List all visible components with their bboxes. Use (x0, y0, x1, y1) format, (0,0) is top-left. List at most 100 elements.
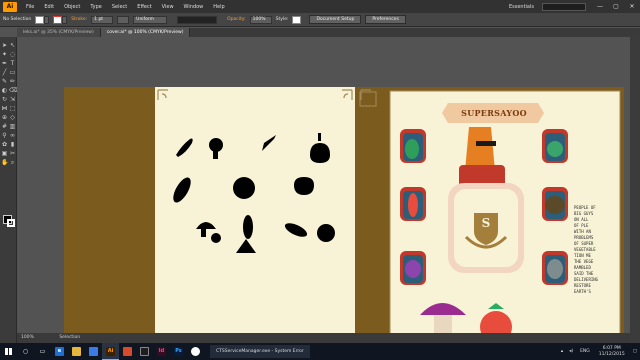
preferences-button[interactable]: Preferences (365, 15, 406, 24)
stroke-swatch[interactable] (53, 15, 63, 24)
notifications-icon[interactable]: ▢ (630, 349, 640, 354)
direct-selection-icon[interactable]: ↖ (9, 42, 16, 49)
search-input[interactable] (542, 2, 586, 11)
edge-button[interactable]: e (51, 343, 68, 360)
symbol-sprayer-icon[interactable]: ✿ (1, 141, 8, 148)
variable-width-dropdown[interactable] (117, 15, 130, 24)
artboard-icon[interactable]: ▣ (1, 150, 8, 157)
menu-effect[interactable]: Effect (132, 4, 156, 10)
maximize-button[interactable]: ▢ (608, 3, 624, 10)
media-taskbar-button[interactable] (136, 343, 153, 360)
width-tool-icon[interactable]: ⋈ (1, 105, 8, 112)
tab-cover[interactable]: cover.ai* @ 100% (CMYK/Preview) (100, 28, 191, 37)
task-view-button[interactable]: ▭ (34, 343, 51, 360)
stroke-dropdown[interactable] (62, 15, 68, 24)
type-tool-icon[interactable]: T (9, 60, 16, 67)
cover-body-text: PEOPLE OF BIG GUYS ON ALL OF PLE WITH AN… (574, 205, 599, 294)
selection-tool-icon[interactable]: ➤ (1, 42, 8, 49)
illustrator-taskbar-button[interactable]: Ai (102, 343, 119, 360)
media-icon (140, 347, 149, 356)
menu-object[interactable]: Object (59, 4, 85, 10)
error-task-button[interactable]: CTSServiceManager.exe - System Error (210, 345, 310, 358)
indesign-icon: Id (157, 347, 166, 356)
menu-type[interactable]: Type (85, 4, 106, 10)
fill-stroke-icon[interactable] (3, 215, 15, 227)
free-transform-icon[interactable]: ⬚ (9, 105, 16, 112)
menu-edit[interactable]: Edit (39, 4, 59, 10)
style-swatch[interactable] (292, 15, 302, 24)
stroke-label[interactable]: Stroke: (71, 17, 87, 22)
menu-select[interactable]: Select (107, 4, 132, 10)
rotate-icon[interactable]: ↻ (1, 96, 8, 103)
scale-icon[interactable]: ⇲ (9, 96, 16, 103)
opacity-label[interactable]: Opacity: (227, 17, 246, 22)
clock-date: 11/12/2015 (598, 351, 625, 357)
blob-brush-icon[interactable]: ◐ (1, 87, 8, 94)
opacity-field[interactable]: 100% (249, 15, 272, 24)
menu-window[interactable]: Window (179, 4, 209, 10)
close-button[interactable]: ✕ (624, 3, 640, 10)
edge-icon: e (55, 347, 64, 356)
eraser-icon[interactable]: ⌫ (9, 87, 17, 94)
hand-icon[interactable]: ✋ (1, 159, 8, 166)
selection-label: No Selection (3, 17, 32, 22)
fill-swatch[interactable] (35, 15, 45, 24)
app-logo: Ai (3, 1, 17, 12)
mesh-icon[interactable]: # (1, 123, 8, 130)
slice-icon[interactable]: ✂ (9, 150, 16, 157)
search-taskbar-button[interactable]: ○ (17, 343, 34, 360)
store-button[interactable] (85, 343, 102, 360)
cover-artwork[interactable]: SUPERSAYOO S PEOPLE OF BIG GUYS ON ALL O… (64, 87, 624, 333)
volume-icon[interactable]: ◂) (566, 349, 576, 354)
line-tool-icon[interactable]: ╱ (1, 69, 8, 76)
language-indicator[interactable]: ENG (576, 349, 594, 354)
gradient-icon[interactable]: ▥ (9, 123, 16, 130)
zoom-icon[interactable]: ⌕ (9, 159, 16, 166)
windows-taskbar: ○ ▭ e Ai Id Ps CTSServiceManager.exe - S… (0, 343, 640, 360)
network-icon[interactable]: ▴ (558, 349, 566, 354)
clock-time: 6:07 PM (602, 345, 621, 351)
chrome-taskbar-button[interactable] (187, 343, 204, 360)
stroke-weight-field[interactable]: 1 pt (91, 15, 114, 24)
menu-right: Essentials — ▢ ✕ (501, 0, 640, 13)
status-mode[interactable]: Selection (59, 335, 80, 340)
start-button[interactable] (0, 343, 17, 360)
app-icon (123, 347, 132, 356)
paintbrush-icon[interactable]: ✎ (1, 78, 8, 85)
explorer-button[interactable] (68, 343, 85, 360)
status-bar: 100% Selection (17, 333, 630, 343)
document-tabs: leks.ai* @ 35% (CMYK/Preview) cover.ai* … (17, 28, 640, 37)
windows-icon (5, 348, 12, 355)
brush-definition-dropdown[interactable] (177, 15, 218, 24)
zoom-level[interactable]: 100% (21, 335, 34, 340)
clock[interactable]: 6:07 PM 11/12/2015 (594, 346, 630, 358)
minimize-button[interactable]: — (592, 3, 608, 10)
workspace-switcher[interactable]: Essentials (501, 4, 542, 10)
rectangle-tool-icon[interactable]: ▭ (9, 69, 16, 76)
indesign-taskbar-button[interactable]: Id (153, 343, 170, 360)
menu-file[interactable]: File (21, 4, 39, 10)
task-view-icon: ▭ (39, 348, 46, 355)
blend-icon[interactable]: ∞ (9, 132, 16, 139)
perspective-icon[interactable]: ◇ (9, 114, 16, 121)
profile-dropdown[interactable]: Uniform (133, 15, 168, 24)
menu-help[interactable]: Help (208, 4, 229, 10)
eyedropper-icon[interactable]: ⚲ (1, 132, 8, 139)
shape-builder-icon[interactable]: ⊕ (1, 114, 8, 121)
panel-dock[interactable] (630, 37, 640, 343)
pen-tool-icon[interactable]: ✒ (1, 60, 8, 67)
tab-leks[interactable]: leks.ai* @ 35% (CMYK/Preview) (17, 28, 101, 37)
app-taskbar-button[interactable] (119, 343, 136, 360)
magic-wand-icon[interactable]: ✦ (1, 51, 8, 58)
canvas-area[interactable]: SUPERSAYOO S PEOPLE OF BIG GUYS ON ALL O… (17, 37, 630, 333)
graph-icon[interactable]: ▮ (9, 141, 16, 148)
fill-dropdown[interactable] (44, 15, 50, 24)
lasso-icon[interactable]: ◌ (9, 51, 16, 58)
photoshop-taskbar-button[interactable]: Ps (170, 343, 187, 360)
document-setup-button[interactable]: Document Setup (309, 15, 362, 24)
illustrator-window: Ai File Edit Object Type Select Effect V… (0, 0, 640, 360)
control-bar: No Selection Stroke: 1 pt Uniform Opacit… (0, 13, 640, 27)
menu-view[interactable]: View (157, 4, 179, 10)
cover-illustration (155, 87, 624, 333)
pencil-icon[interactable]: ✏ (9, 78, 16, 85)
